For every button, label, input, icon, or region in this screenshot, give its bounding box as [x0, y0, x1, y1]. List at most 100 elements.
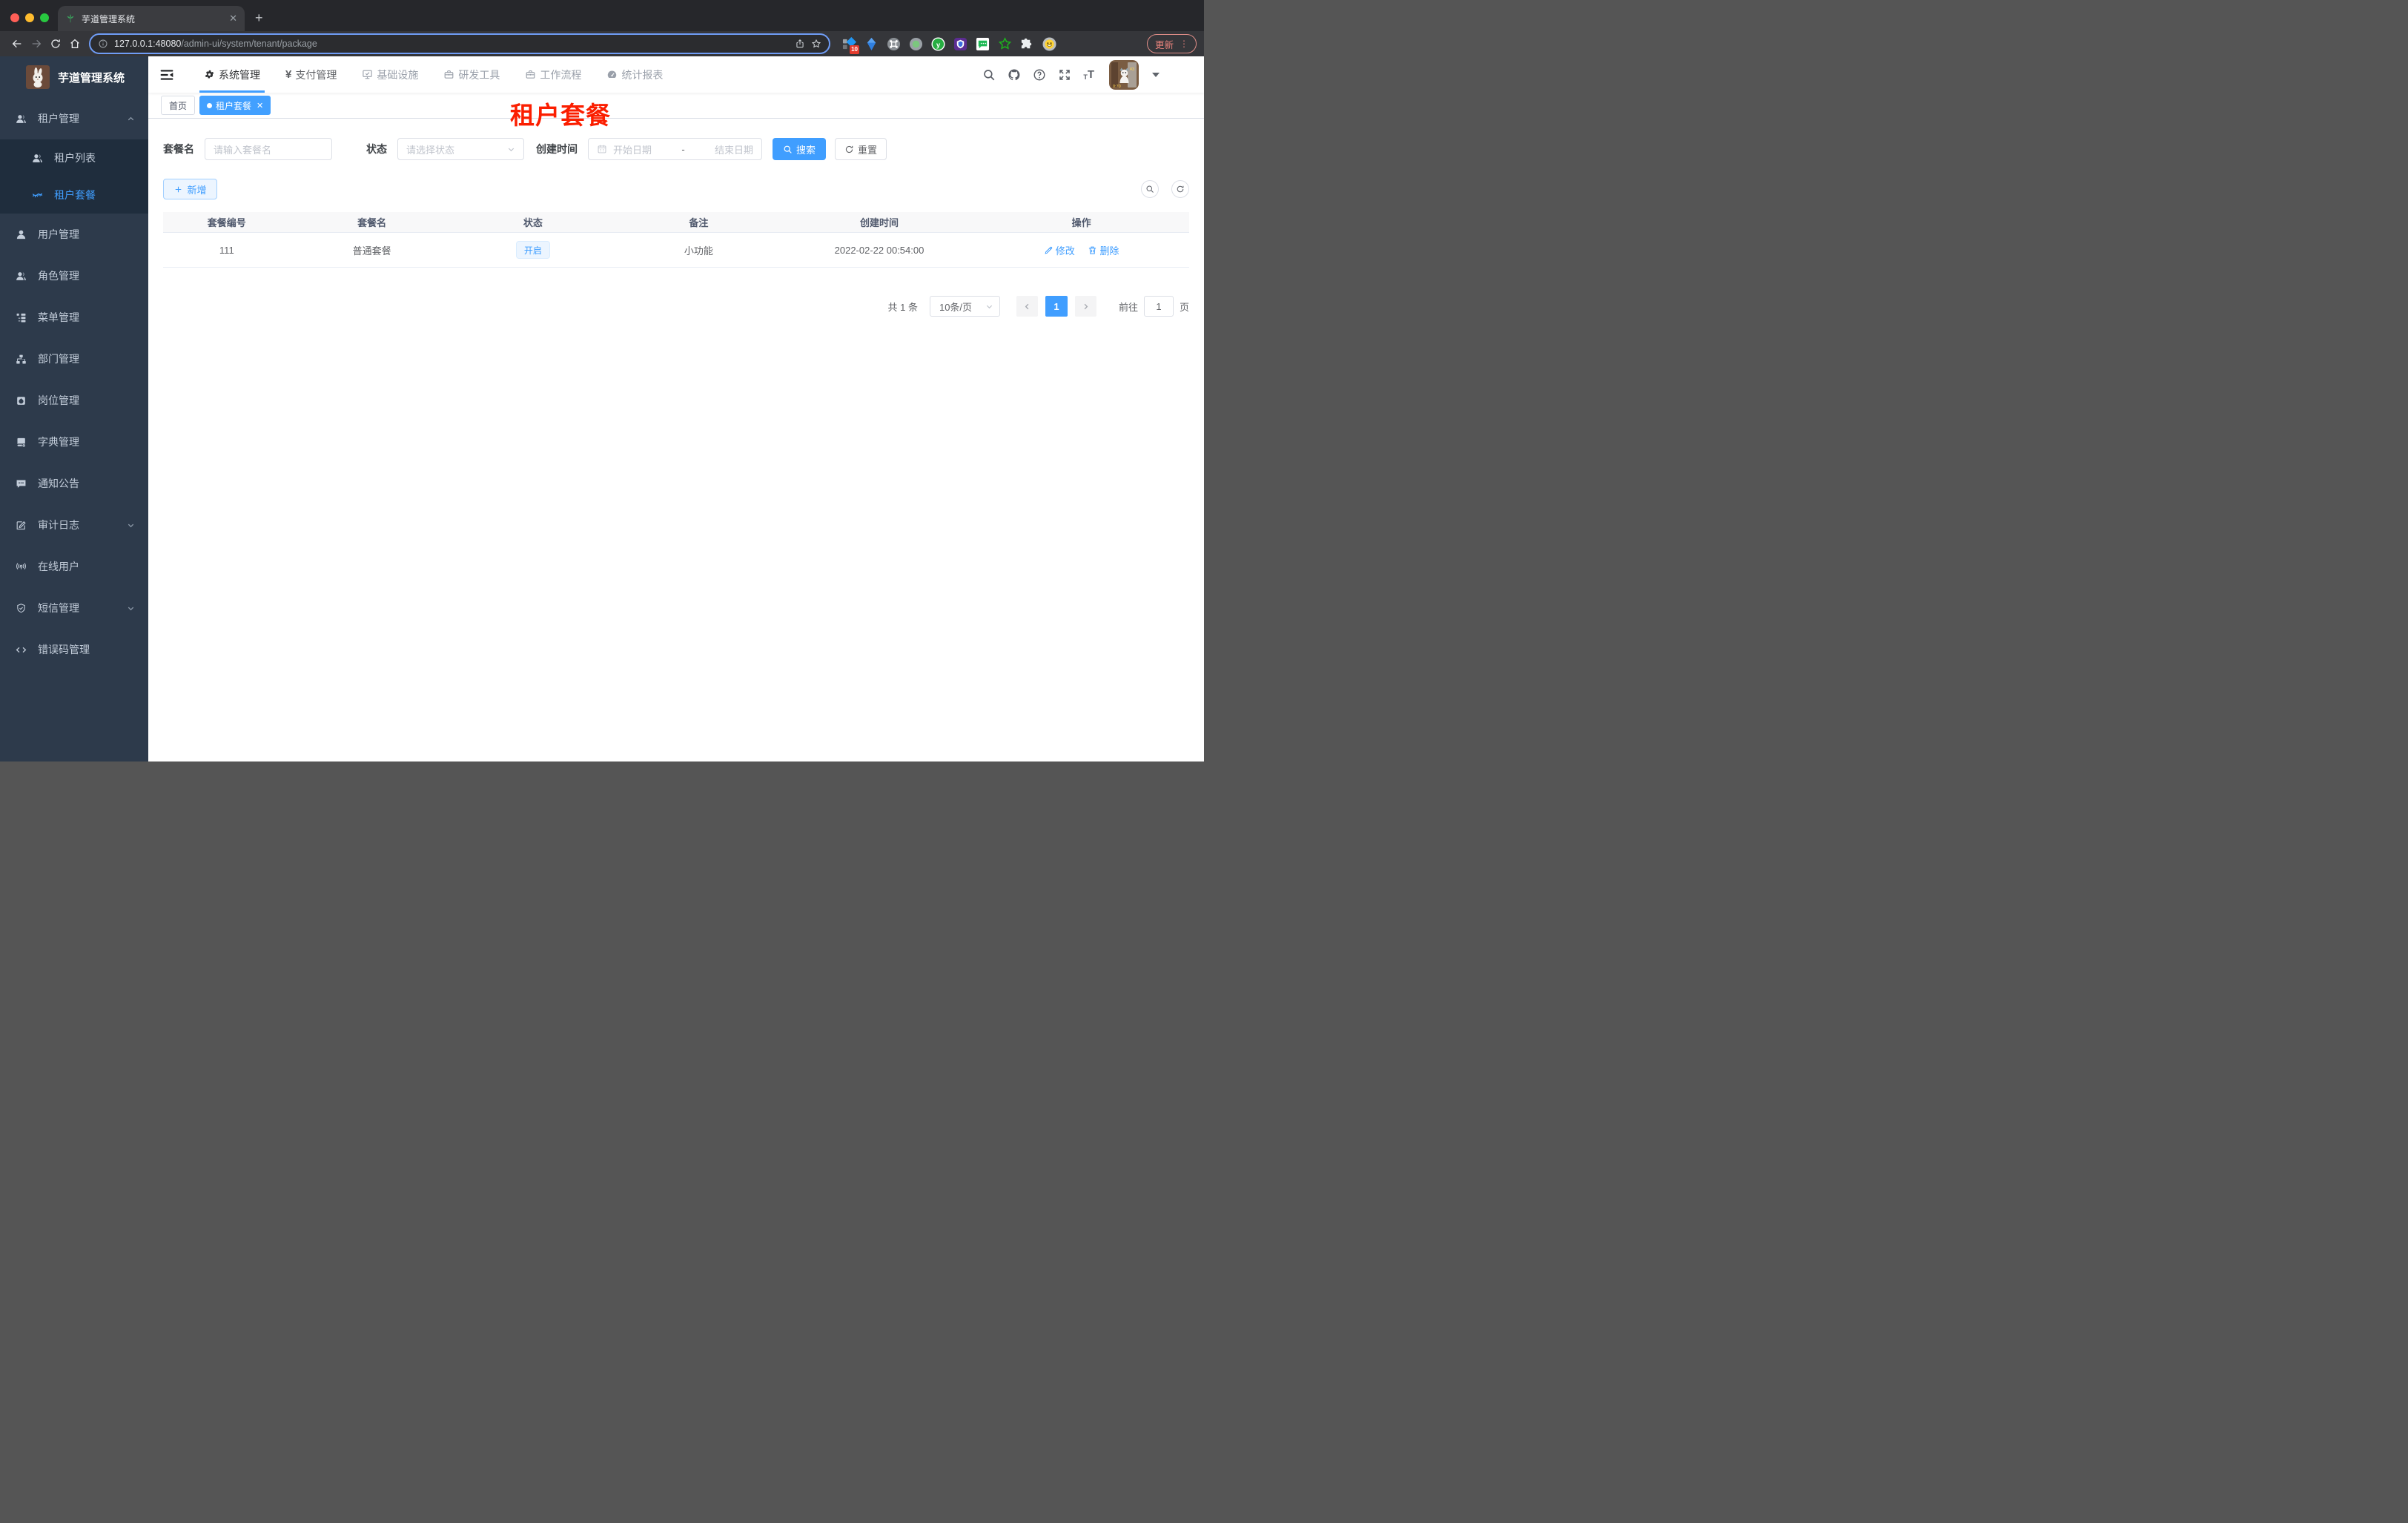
back-icon[interactable]: [7, 34, 27, 53]
sidebar-item-tenant-package[interactable]: 租户套餐: [0, 176, 148, 214]
post-badge-icon: [17, 396, 25, 405]
chevron-up-icon: [128, 116, 134, 120]
top-menu-infra[interactable]: 基础设施: [354, 56, 426, 93]
reset-button[interactable]: 重置: [835, 138, 887, 160]
extension-chat-icon[interactable]: [976, 37, 990, 51]
home-icon[interactable]: [65, 34, 85, 53]
font-size-icon[interactable]: TT: [1083, 68, 1094, 81]
app-logo[interactable]: 芋道管理系统: [0, 56, 148, 98]
extension-y-icon[interactable]: y: [931, 36, 945, 51]
prev-page-button[interactable]: [1016, 296, 1038, 317]
search-icon: [1146, 185, 1154, 193]
sidebar-item-audit-log[interactable]: 审计日志: [0, 504, 148, 546]
date-start-placeholder: 开始日期: [613, 144, 652, 156]
github-icon[interactable]: [1008, 68, 1021, 82]
sidebar-item-menu-management[interactable]: 菜单管理: [0, 297, 148, 338]
bookmark-star-icon[interactable]: [811, 39, 821, 49]
sidebar-collapse-icon[interactable]: [159, 67, 174, 82]
cell-package-id: 111: [219, 244, 234, 256]
column-header: 状态: [523, 217, 543, 228]
delete-link[interactable]: 删除: [1088, 243, 1119, 257]
toolbox-icon: [444, 70, 454, 79]
top-menu-reports[interactable]: 统计报表: [599, 56, 670, 93]
tag-close-icon[interactable]: ✕: [257, 101, 263, 110]
refresh-table-button[interactable]: [1171, 180, 1189, 198]
browser-update-button[interactable]: 更新 ⋮: [1146, 34, 1197, 53]
user-icon: [16, 230, 26, 239]
date-range-picker[interactable]: 开始日期 - 结束日期: [588, 138, 762, 160]
goto-page-input[interactable]: [1143, 296, 1174, 317]
sidebar-item-notice[interactable]: 通知公告: [0, 463, 148, 504]
share-icon[interactable]: [795, 39, 805, 49]
status-select[interactable]: 请选择状态: [397, 138, 524, 160]
new-tab-button[interactable]: +: [255, 10, 263, 26]
extension-record-icon[interactable]: [909, 37, 923, 51]
browser-tab[interactable]: 芋道管理系统 ✕: [58, 6, 245, 31]
next-page-button[interactable]: [1074, 296, 1096, 317]
sidebar-item-user-management[interactable]: 用户管理: [0, 214, 148, 255]
sidebar-item-role-management[interactable]: 角色管理: [0, 255, 148, 297]
extension-star-icon[interactable]: [998, 36, 1012, 51]
close-window-button[interactable]: [10, 13, 19, 22]
sidebar-item-post-management[interactable]: 岗位管理: [0, 380, 148, 421]
add-button[interactable]: 新增: [163, 179, 217, 199]
page-size-select[interactable]: 10条/页: [929, 296, 1000, 317]
goto-label: 前往: [1118, 301, 1138, 313]
code-icon: [16, 647, 27, 653]
sidebar-item-dept-management[interactable]: 部门管理: [0, 338, 148, 380]
extension-gem-icon[interactable]: [864, 37, 879, 51]
avatar-caret-icon[interactable]: [1152, 72, 1160, 77]
top-menu-payment[interactable]: ¥ 支付管理: [278, 56, 344, 93]
fullscreen-icon[interactable]: [1058, 68, 1071, 82]
main-area: 系统管理 ¥ 支付管理 基础设施 研发工具 工作流程 统计报表 T T 0:70…: [148, 56, 1204, 762]
toggle-search-button[interactable]: [1141, 180, 1159, 198]
site-info-icon[interactable]: [98, 39, 108, 49]
sidebar-item-label: 岗位管理: [38, 394, 79, 406]
sidebar-item-label: 用户管理: [38, 228, 79, 240]
top-menu-label: 研发工具: [458, 68, 500, 81]
app-title: 芋道管理系统: [58, 71, 125, 85]
forward-icon[interactable]: [27, 34, 46, 53]
sidebar-item-label: 在线用户: [38, 561, 79, 572]
browser-profile-avatar[interactable]: [1042, 36, 1056, 51]
address-bar[interactable]: 127.0.0.1:48080/admin-ui/system/tenant/p…: [89, 33, 830, 54]
minimize-window-button[interactable]: [25, 13, 34, 22]
sidebar-item-dict-management[interactable]: 字典管理: [0, 421, 148, 463]
browser-menu-icon[interactable]: ⋮: [1180, 39, 1188, 49]
table-row[interactable]: 111 普通套餐 开启 小功能 2022-02-22 00:54:00 修改 删…: [163, 232, 1189, 268]
zoom-window-button[interactable]: [40, 13, 49, 22]
tag-home[interactable]: 首页: [161, 96, 196, 115]
sidebar-item-tenant-management[interactable]: 租户管理: [0, 98, 148, 139]
filter-status-label: 状态: [366, 143, 387, 155]
current-page-button[interactable]: 1: [1045, 296, 1068, 317]
input-placeholder: 请输入套餐名: [214, 144, 272, 156]
extension-shield-icon[interactable]: [953, 37, 968, 51]
sidebar-item-label: 部门管理: [38, 353, 79, 365]
column-header: 操作: [1071, 217, 1091, 228]
search-icon[interactable]: [982, 68, 996, 82]
top-menu-workflow[interactable]: 工作流程: [517, 56, 589, 93]
sidebar-item-tenant-list[interactable]: 租户列表: [0, 139, 148, 176]
svg-text:0:70: 0:70: [1113, 85, 1121, 89]
sidebar-item-online-users[interactable]: 在线用户: [0, 546, 148, 587]
top-menu-system[interactable]: 系统管理: [196, 56, 268, 93]
extension-command-icon[interactable]: [887, 37, 901, 51]
user-avatar[interactable]: 0:70 ¥3: [1109, 59, 1139, 90]
edit-link[interactable]: 修改: [1044, 243, 1075, 257]
sidebar-item-sms-management[interactable]: 短信管理: [0, 587, 148, 629]
search-button[interactable]: 搜索: [773, 138, 826, 160]
extensions-puzzle-icon[interactable]: [1020, 37, 1034, 51]
help-icon[interactable]: [1033, 68, 1046, 82]
reload-icon[interactable]: [46, 34, 65, 53]
sidebar-item-label: 短信管理: [38, 602, 79, 614]
closed-eye-lashes-icon: [32, 193, 43, 197]
tag-tenant-package[interactable]: 租户套餐 ✕: [199, 96, 271, 115]
tab-close-icon[interactable]: ✕: [229, 13, 237, 24]
search-icon: [784, 145, 792, 153]
extension-tabs-icon[interactable]: 10: [842, 36, 859, 54]
cell-status: 开启: [454, 241, 613, 259]
page-size-value: 10条/页: [939, 301, 973, 313]
sidebar-item-error-code[interactable]: 错误码管理: [0, 629, 148, 670]
package-name-input[interactable]: 请输入套餐名: [205, 138, 332, 160]
top-menu-devtools[interactable]: 研发工具: [436, 56, 507, 93]
